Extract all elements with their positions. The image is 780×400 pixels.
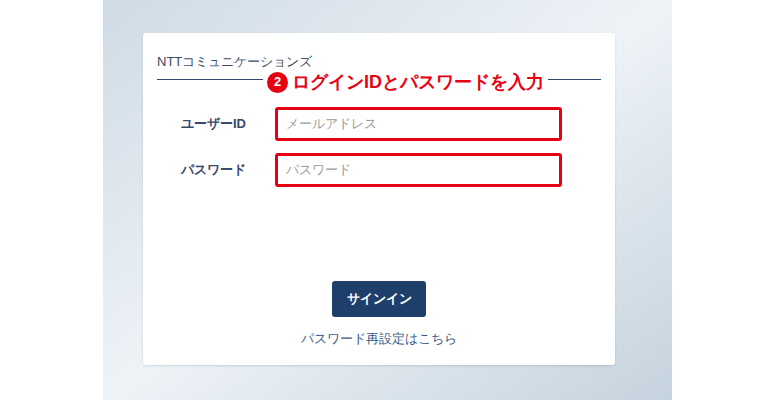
page: NTTコミュニケーションズ2ログインIDとパスワードを入力ユーザーIDパスワード… bbox=[0, 0, 780, 400]
background-photo: NTTコミュニケーションズ2ログインIDとパスワードを入力ユーザーIDパスワード… bbox=[103, 0, 672, 400]
password-reset-link[interactable]: パスワード再設定はこちら bbox=[301, 329, 457, 349]
field-frame bbox=[275, 153, 562, 187]
form-row: パスワード bbox=[143, 153, 615, 187]
step-badge: 2 bbox=[267, 72, 288, 93]
form-row: ユーザーID bbox=[143, 107, 615, 141]
left-margin bbox=[0, 0, 103, 400]
field-label: パスワード bbox=[143, 160, 246, 180]
text-input[interactable] bbox=[278, 160, 559, 180]
brand-name: NTTコミュニケーションズ bbox=[157, 54, 312, 69]
form-fields: ユーザーID パスワード bbox=[143, 107, 615, 187]
right-margin bbox=[672, 0, 780, 400]
text-input[interactable] bbox=[278, 114, 559, 134]
field-label: ユーザーID bbox=[143, 114, 246, 134]
signin-button[interactable]: サインイン bbox=[332, 281, 426, 317]
actions: サインインパスワード再設定はこちら bbox=[143, 281, 615, 349]
annotation-text: ログインIDとパスワードを入力 bbox=[292, 70, 544, 94]
login-card: NTTコミュニケーションズ2ログインIDとパスワードを入力ユーザーIDパスワード… bbox=[143, 33, 615, 365]
field-frame bbox=[275, 107, 562, 141]
annotation: 2ログインIDとパスワードを入力 bbox=[263, 70, 548, 94]
